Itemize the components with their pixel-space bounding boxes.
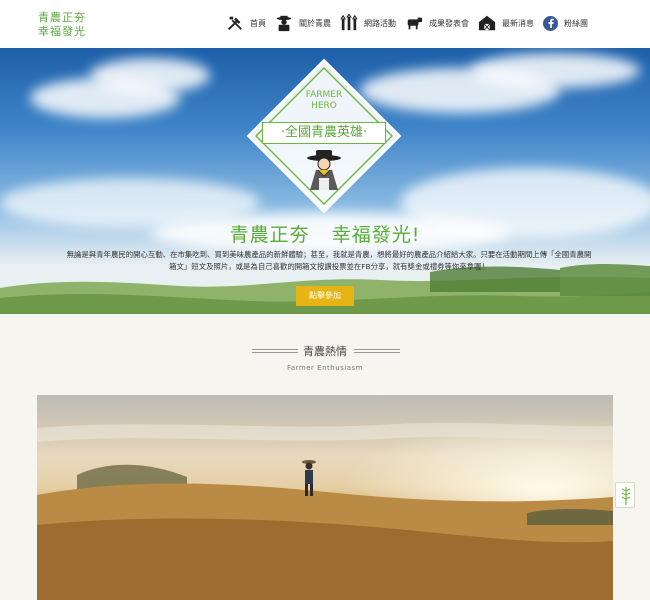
title-divider-right xyxy=(354,349,400,353)
join-button[interactable]: 點擊參加 xyxy=(296,286,354,306)
farmer-icon xyxy=(276,15,292,32)
cloud xyxy=(470,53,640,88)
wheat-icon xyxy=(621,487,631,505)
nav-item-home[interactable]: 首頁 xyxy=(226,14,266,32)
badge-title: ·全國青農英雄· xyxy=(262,122,386,144)
nav-item-results[interactable]: 成果發表會 xyxy=(405,14,469,32)
crops-icon xyxy=(340,14,358,31)
logo-line-1: 青農正夯 xyxy=(38,11,86,24)
nav-label-home: 首頁 xyxy=(250,18,266,28)
nav-label-fanpage: 粉絲團 xyxy=(564,18,588,28)
hero-banner: FARMER HERO ·全國青農英雄· 青農正夯 幸福發光! 無論是與青年農民… xyxy=(0,48,650,314)
hero-title-part2: 幸福發光! xyxy=(331,224,421,246)
hero-description: 無論是與青年農民的開心互動、在市集吃到、買到美味農產品的新鮮體驗；甚至，我就是青… xyxy=(34,249,624,273)
nav-item-fanpage[interactable]: 粉絲團 xyxy=(543,15,588,31)
nav-item-about[interactable]: 關於青農 xyxy=(275,14,331,32)
nav-label-news: 最新消息 xyxy=(502,18,534,28)
nav-item-news[interactable]: 最新消息 xyxy=(478,14,534,32)
farm-tools-icon xyxy=(227,16,242,31)
site-header: 青農正夯 幸福發光 首頁 關於青農 網路活動 成果發表會 最新消息 粉絲團 xyxy=(0,0,650,48)
farmer-hero-badge: FARMER HERO ·全國青農英雄· xyxy=(244,56,404,216)
main-nav: 首頁 關於青農 網路活動 成果發表會 最新消息 粉絲團 xyxy=(217,14,588,32)
enthusiasm-section: 青農熱情 Farmer Enthusiasm xyxy=(0,314,650,600)
hero-desc-line2: 箱文」短文及照片，或是為自己喜歡的開箱文按讚投票並在FB分享，就有獎金或禮券等你… xyxy=(169,262,489,271)
section-subtitle: Farmer Enthusiasm xyxy=(287,364,363,372)
nav-item-activity[interactable]: 網路活動 xyxy=(340,14,396,32)
cloud xyxy=(90,58,210,93)
logo-line-2: 幸福發光 xyxy=(38,25,86,38)
farmer-avatar-icon xyxy=(307,150,341,190)
section-title: 青農熱情 xyxy=(303,345,347,358)
farmer-field-photo xyxy=(37,395,613,600)
hero-desc-line1: 無論是與青年農民的開心互動、在市集吃到、買到美味農產品的新鮮體驗；甚至，我就是青… xyxy=(66,250,592,259)
barn-icon xyxy=(478,15,496,31)
side-tab-button[interactable] xyxy=(615,482,635,508)
nav-label-about: 關於青農 xyxy=(299,18,331,28)
nav-label-activity: 網路活動 xyxy=(364,18,396,28)
site-logo[interactable]: 青農正夯 幸福發光 xyxy=(38,11,86,39)
badge-hero-text: HERO xyxy=(311,101,337,111)
hero-title: 青農正夯 幸福發光! xyxy=(0,220,650,247)
cow-icon xyxy=(407,17,423,30)
field-scene xyxy=(37,395,613,600)
facebook-icon xyxy=(543,15,558,31)
nav-label-results: 成果發表會 xyxy=(429,18,469,28)
badge-farmer-text: FARMER xyxy=(305,90,343,100)
hero-title-part1: 青農正夯 xyxy=(229,224,310,246)
